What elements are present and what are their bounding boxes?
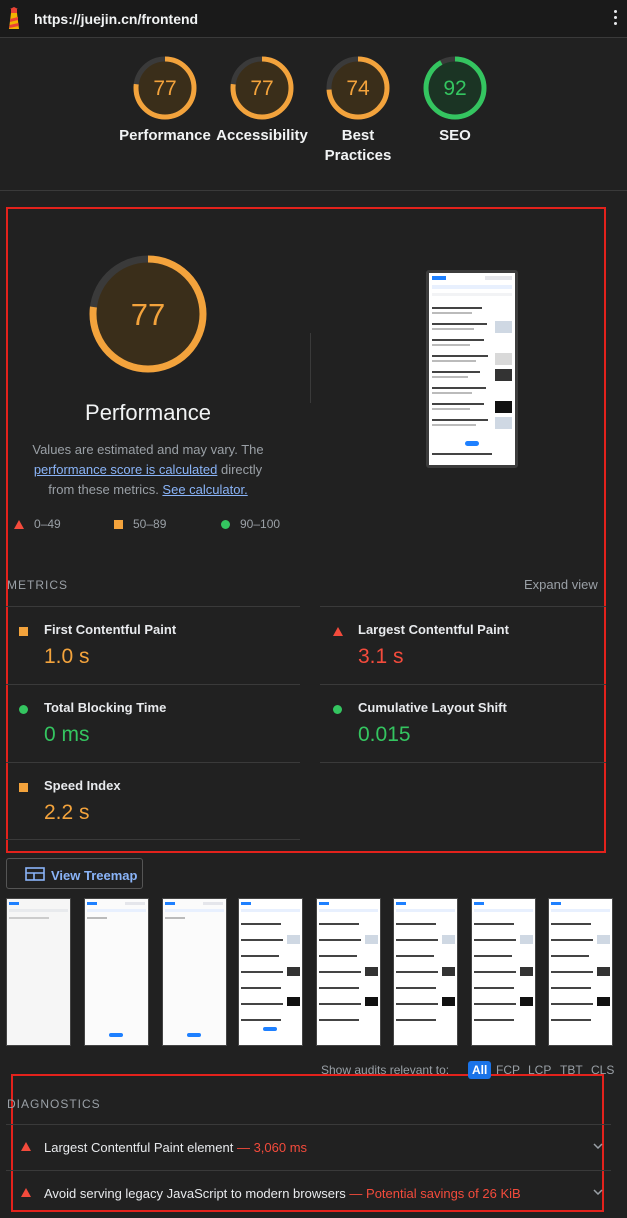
divider (6, 839, 300, 840)
more-menu-icon[interactable] (612, 10, 618, 28)
filter-chip-all[interactable]: All (468, 1061, 492, 1079)
filmstrip-frame (6, 898, 71, 1046)
divider (320, 762, 606, 763)
filter-chip-fcp[interactable]: FCP (496, 1061, 520, 1079)
view-treemap-label: View Treemap (51, 868, 138, 883)
circle-icon (221, 520, 230, 530)
frame-image (7, 899, 70, 1045)
gauge-label: Accessibility (216, 127, 308, 144)
see-calculator-link[interactable]: See calculator. (162, 482, 247, 497)
gauge-label: SEO (439, 127, 471, 144)
metric-value: 0.015 (358, 723, 411, 746)
treemap-icon (25, 867, 45, 881)
square-icon (19, 783, 28, 792)
filmstrip-frame (548, 898, 613, 1046)
triangle-icon (333, 627, 343, 636)
url-bar: https://juejin.cn/frontend (0, 0, 627, 38)
metric-tbt: Total Blocking Time 0 ms (6, 685, 276, 763)
expand-view-toggle[interactable]: Expand view (524, 577, 598, 592)
metrics-heading: METRICS (7, 578, 68, 592)
performance-description: Values are estimated and may vary. The p… (32, 442, 264, 497)
frame-image (317, 899, 380, 1045)
legend-average: 50–89 (114, 516, 166, 532)
metric-value: 3.1 s (358, 645, 404, 668)
gauge-score: 74 (346, 77, 370, 100)
frame-image (472, 899, 535, 1045)
gauge-best-practices[interactable]: 74 Best Practices (303, 56, 413, 166)
gauge-label: Performance (119, 127, 211, 144)
filmstrip-frame (84, 898, 149, 1046)
filmstrip-frame (316, 898, 381, 1046)
performance-gauge: 77 (89, 255, 207, 373)
legend-fail: 0–49 (14, 516, 61, 532)
diagnostic-title: Largest Contentful Paint element — 3,060… (44, 1140, 308, 1155)
frame-image (163, 899, 226, 1045)
gauge-ring-icon: 77 (230, 56, 294, 120)
metric-label: Largest Contentful Paint (358, 622, 509, 637)
performance-title: Performance (85, 400, 211, 425)
triangle-icon (14, 520, 24, 530)
metric-label: Total Blocking Time (44, 700, 167, 715)
diagnostic-item-lcp-element[interactable]: Largest Contentful Paint element — 3,060… (6, 1125, 611, 1171)
filter-chip-cls[interactable]: CLS (591, 1061, 614, 1079)
frame-image (549, 899, 612, 1045)
gauge-score: 77 (250, 77, 273, 100)
performance-score: 77 (131, 297, 165, 332)
metric-value: 0 ms (44, 723, 90, 746)
filter-chip-tbt[interactable]: TBT (560, 1061, 583, 1079)
circle-icon (333, 705, 342, 714)
gauge-score: 92 (443, 77, 466, 100)
page-screenshot-image (429, 273, 515, 465)
audit-filter-label: Show audits relevant to: (321, 1063, 450, 1077)
gauge-label: Best Practices (324, 127, 392, 164)
gauge-performance[interactable]: 77 Performance (110, 56, 220, 146)
frame-image (85, 899, 148, 1045)
chevron-down-icon (593, 1189, 603, 1195)
divider (310, 333, 311, 403)
diagnostic-detail: 3,060 ms (253, 1140, 308, 1155)
metric-speed-index: Speed Index 2.2 s (6, 763, 276, 841)
circle-icon (19, 705, 28, 714)
lighthouse-logo-icon (9, 7, 19, 29)
diagnostics-heading: DIAGNOSTICS (7, 1097, 101, 1111)
triangle-icon (21, 1142, 31, 1151)
gauge-ring-icon: 77 (133, 56, 197, 120)
filmstrip-frame (471, 898, 536, 1046)
final-screenshot[interactable] (426, 270, 518, 468)
filter-chip-lcp[interactable]: LCP (528, 1061, 551, 1079)
chevron-down-icon (593, 1143, 603, 1149)
filmstrip-frame (162, 898, 227, 1046)
frame-image (239, 899, 302, 1045)
square-icon (114, 520, 123, 530)
gauge-score: 77 (153, 77, 176, 100)
diagnostic-item-legacy-javascript[interactable]: Avoid serving legacy JavaScript to moder… (6, 1171, 611, 1217)
metric-label: Speed Index (44, 778, 121, 793)
page-url: https://juejin.cn/frontend (34, 11, 199, 27)
metric-cls: Cumulative Layout Shift 0.015 (320, 685, 590, 763)
category-gauges: 77 Performance 77 Accessibility 74 Best … (0, 39, 627, 191)
gauge-ring-icon: 92 (423, 56, 487, 120)
frame-image (394, 899, 457, 1045)
filmstrip-frame (238, 898, 303, 1046)
view-treemap-button[interactable]: View Treemap (6, 858, 143, 889)
metric-label: Cumulative Layout Shift (358, 700, 507, 715)
gauge-accessibility[interactable]: 77 Accessibility (207, 56, 317, 146)
square-icon (19, 627, 28, 636)
metric-value: 2.2 s (44, 801, 90, 824)
metric-lcp: Largest Contentful Paint 3.1 s (320, 607, 590, 685)
diagnostic-detail: Potential savings of 26 KiB (366, 1186, 521, 1201)
legend-pass: 90–100 (221, 516, 280, 532)
gauge-ring-icon: 74 (326, 56, 390, 120)
metric-label: First Contentful Paint (44, 622, 177, 637)
gauge-seo[interactable]: 92 SEO (400, 56, 510, 146)
filmstrip-frame (393, 898, 458, 1046)
metric-value: 1.0 s (44, 645, 90, 668)
triangle-icon (21, 1188, 31, 1197)
metric-fcp: First Contentful Paint 1.0 s (6, 607, 276, 685)
score-calculated-link[interactable]: performance score is calculated (34, 462, 218, 477)
diagnostic-title: Avoid serving legacy JavaScript to moder… (44, 1186, 521, 1201)
